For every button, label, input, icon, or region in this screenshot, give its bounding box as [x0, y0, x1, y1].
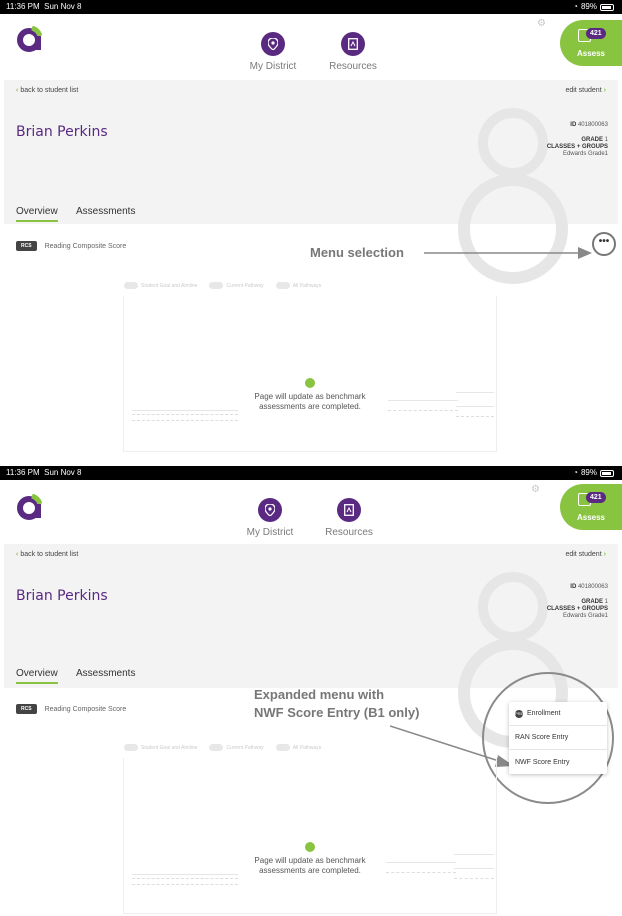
app-logo	[17, 494, 42, 520]
pathway-toggles: Student Goal and Aimline Current Pathway…	[124, 282, 321, 289]
info-icon	[305, 378, 315, 388]
document-icon	[337, 498, 361, 522]
gear-icon[interactable]: ⚙	[531, 484, 540, 495]
chevron-right-icon: ›	[603, 87, 606, 94]
gear-icon[interactable]: ⚙	[537, 18, 546, 29]
chevron-left-icon: ‹	[16, 551, 19, 558]
enrollment-icon: PRE	[515, 709, 524, 718]
student-meta: ID 401800063 GRADE 1 CLASSES + GROUPS Ed…	[546, 584, 608, 619]
student-header: ‹ back to student list edit student › Bria…	[4, 80, 618, 284]
menu-item-enrollment[interactable]: PRE Enrollment	[509, 702, 607, 726]
nav-my-district[interactable]: My District	[235, 498, 305, 538]
screen-menu-selection: 11:36 PM Sun Nov 8 ◔ 89% My District Reso…	[0, 0, 622, 462]
toggle-current-pathway[interactable]: Current Pathway	[209, 282, 264, 289]
nav-resources-label: Resources	[325, 527, 373, 538]
assess-label: Assess	[576, 513, 606, 522]
chart-empty-message: Page will update as benchmark assessment…	[124, 378, 496, 412]
chevron-left-icon: ‹	[16, 87, 19, 94]
battery-percent: 89%	[580, 468, 597, 477]
annotation-arrow	[424, 247, 592, 259]
student-name: Brian Perkins	[16, 124, 108, 140]
battery-icon	[600, 3, 614, 11]
location-pin-icon	[258, 498, 282, 522]
annotation-menu-selection: Menu selection	[310, 245, 404, 260]
menu-item-ran-score-entry[interactable]: RAN Score Entry	[509, 726, 607, 750]
status-time-date: 11:36 PM Sun Nov 8	[6, 2, 82, 11]
tab-assessments[interactable]: Assessments	[76, 668, 135, 679]
back-to-student-list-link[interactable]: ‹ back to student list	[16, 87, 78, 94]
rcs-label: Reading Composite Score	[44, 705, 127, 713]
rcs-label: Reading Composite Score	[44, 242, 127, 250]
assess-count-badge: 421	[586, 492, 606, 503]
status-bar: 11:36 PM Sun Nov 8 ◔ 89%	[0, 0, 622, 14]
student-name: Brian Perkins	[16, 588, 108, 604]
info-icon	[305, 842, 315, 852]
toggle-student-goal[interactable]: Student Goal and Aimline	[124, 744, 197, 751]
chart-empty-message: Page will update as benchmark assessment…	[124, 842, 496, 876]
nav-resources[interactable]: Resources	[318, 32, 388, 72]
battery-icon	[600, 469, 614, 477]
status-bar: 11:36 PM Sun Nov 8 ◔ 89%	[0, 466, 622, 480]
status-time-date: 11:36 PM Sun Nov 8	[6, 468, 82, 477]
nav-my-district-label: My District	[246, 527, 294, 538]
rcs-badge: RCS	[16, 241, 37, 251]
chart-area: Page will update as benchmark assessment…	[123, 296, 497, 452]
toggle-student-goal[interactable]: Student Goal and Aimline	[124, 282, 197, 289]
back-to-student-list-link[interactable]: ‹ back to student list	[16, 551, 78, 558]
pathway-toggles: Student Goal and Aimline Current Pathway…	[124, 744, 321, 751]
assess-button[interactable]: 421 Assess	[560, 20, 622, 66]
screen-expanded-menu: 11:36 PM Sun Nov 8 ◔ 89% My District Reso…	[0, 466, 622, 916]
document-icon	[341, 32, 365, 56]
rcs-badge: RCS	[16, 704, 37, 714]
tab-overview[interactable]: Overview	[16, 668, 58, 684]
assess-count-badge: 421	[586, 28, 606, 39]
assess-label: Assess	[576, 49, 606, 58]
menu-item-nwf-score-entry[interactable]: NWF Score Entry	[509, 750, 607, 774]
toggle-all-pathways[interactable]: All Pathways	[275, 744, 321, 751]
edit-student-link[interactable]: edit student ›	[565, 87, 606, 94]
chart-area: Page will update as benchmark assessment…	[123, 758, 497, 914]
nav-resources-label: Resources	[329, 61, 377, 72]
toggle-all-pathways[interactable]: All Pathways	[275, 282, 321, 289]
annotation-expanded-menu: Expanded menu with NWF Score Entry (B1 o…	[254, 687, 420, 720]
nav-my-district-label: My District	[249, 61, 297, 72]
wifi-icon: ◔	[573, 2, 578, 11]
nav-resources[interactable]: Resources	[314, 498, 384, 538]
tab-overview[interactable]: Overview	[16, 206, 58, 222]
more-menu-dropdown: PRE Enrollment RAN Score Entry NWF Score …	[509, 702, 607, 774]
location-pin-icon	[261, 32, 285, 56]
app-logo	[17, 26, 42, 52]
score-row: RCS Reading Composite Score	[16, 704, 126, 714]
student-header: ‹ back to student list edit student › Bria…	[4, 544, 618, 748]
nav-my-district[interactable]: My District	[238, 32, 308, 72]
edit-student-link[interactable]: edit student ›	[565, 551, 606, 558]
battery-percent: 89%	[580, 2, 597, 11]
student-meta: ID 401800063 GRADE 1 CLASSES + GROUPS Ed…	[546, 122, 608, 157]
chevron-right-icon: ›	[603, 551, 606, 558]
score-row: RCS Reading Composite Score	[16, 241, 126, 251]
tab-assessments[interactable]: Assessments	[76, 206, 135, 217]
wifi-icon: ◔	[573, 468, 578, 477]
toggle-current-pathway[interactable]: Current Pathway	[209, 744, 264, 751]
more-menu-button[interactable]: •••	[592, 232, 616, 256]
assess-button[interactable]: 421 Assess	[560, 484, 622, 530]
